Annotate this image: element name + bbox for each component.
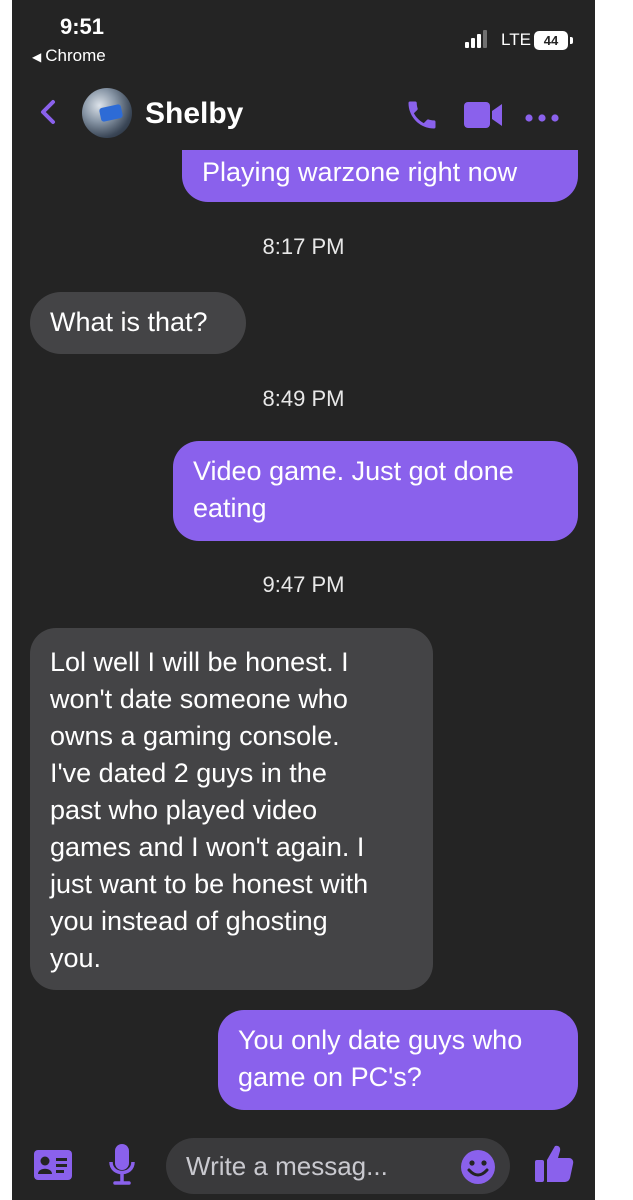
message-bubble-sent[interactable]: Playing warzone right now	[182, 150, 578, 202]
message-bubble-received[interactable]: Lol well I will be honest. I won't date …	[30, 628, 433, 990]
thumbs-up-icon	[535, 1145, 574, 1182]
back-app-label: Chrome	[45, 46, 106, 65]
microphone-icon	[109, 1144, 135, 1185]
back-button[interactable]	[38, 92, 60, 137]
message-input[interactable]	[166, 1138, 510, 1194]
message-text-line: just want to be honest with	[50, 869, 369, 899]
message-text-line: Lol well I will be honest. I	[50, 647, 349, 677]
emoji-icon	[461, 1150, 495, 1184]
voice-message-button[interactable]	[108, 1142, 136, 1193]
message-text: What is that?	[50, 307, 208, 337]
contact-name[interactable]: Shelby	[145, 97, 243, 131]
signal-icon	[465, 30, 489, 48]
message-text-line: game on PC's?	[238, 1062, 422, 1092]
message-timestamp: 8:49 PM	[262, 386, 345, 411]
message-text-line: games and I won't again. I	[50, 832, 365, 862]
battery-level: 44	[543, 33, 559, 48]
battery-icon: 44	[534, 31, 568, 50]
message-text-line: you.	[50, 943, 102, 973]
message-text: Playing warzone right now	[202, 157, 518, 187]
message-text-line: You only date guys who	[238, 1025, 523, 1055]
status-bar: 9:51 ◀ Chrome LTE 44	[12, 0, 595, 80]
message-timestamp: 9:47 PM	[262, 572, 345, 597]
message-composer	[12, 1130, 595, 1200]
conversation-header: Shelby	[12, 80, 595, 150]
contact-card-button[interactable]	[34, 1150, 72, 1185]
call-button[interactable]	[404, 97, 440, 138]
message-text-line: Video game. Just got done	[193, 456, 514, 486]
message-bubble-received[interactable]: What is that?	[30, 292, 246, 354]
message-text-line: I've dated 2 guys in the	[50, 758, 327, 788]
emoji-button[interactable]	[460, 1149, 496, 1190]
chevron-left-icon	[41, 100, 55, 124]
back-triangle-icon: ◀	[32, 50, 42, 64]
message-text-line: won't date someone who	[50, 684, 348, 714]
video-call-button[interactable]	[464, 100, 504, 135]
more-options-button[interactable]	[524, 110, 560, 128]
message-timestamp: 8:17 PM	[262, 234, 345, 259]
messenger-screen: 9:51 ◀ Chrome LTE 44 Shelby Playing warz…	[12, 0, 595, 1200]
video-icon	[464, 102, 502, 128]
status-time: 9:51	[60, 14, 105, 39]
avatar[interactable]	[82, 88, 132, 138]
more-icon	[525, 114, 559, 122]
message-bubble-sent[interactable]: You only date guys who game on PC's?	[218, 1010, 578, 1110]
network-label: LTE	[501, 30, 531, 49]
message-text-line: eating	[193, 493, 267, 523]
battery-tip	[570, 37, 573, 44]
back-to-app-link[interactable]: ◀ Chrome	[32, 46, 106, 66]
message-bubble-sent[interactable]: Video game. Just got done eating	[173, 441, 578, 541]
message-text-line: you instead of ghosting	[50, 906, 328, 936]
message-text-line: past who played video	[50, 795, 318, 825]
message-text-line: owns a gaming console.	[50, 721, 340, 751]
phone-icon	[408, 101, 436, 129]
like-button[interactable]	[533, 1142, 575, 1189]
contact-card-icon	[34, 1150, 72, 1180]
